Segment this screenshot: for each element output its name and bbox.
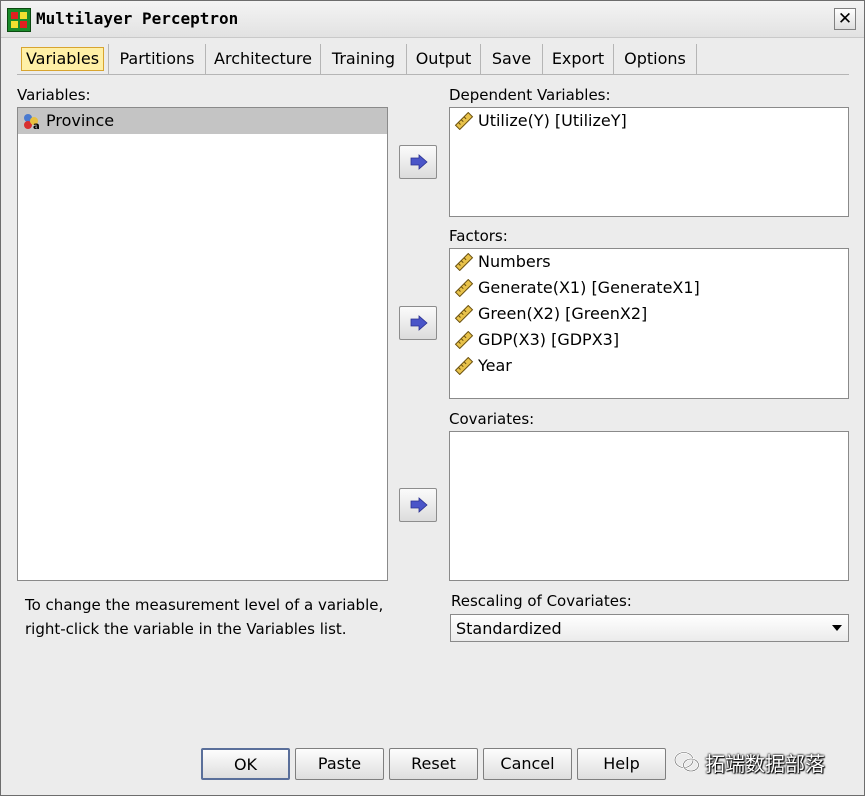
rescaling-value: Standardized [456,619,562,638]
chevron-down-icon [832,625,842,631]
scale-ruler-icon [454,305,474,323]
measurement-level-note: To change the measurement level of a var… [25,596,384,638]
scale-ruler-icon [454,112,474,130]
scale-ruler-icon [454,331,474,349]
paste-button[interactable]: Paste [295,748,384,780]
covariates-list[interactable] [449,431,849,581]
variable-name: Year [478,356,512,375]
reset-button[interactable]: Reset [389,748,478,780]
cancel-button[interactable]: Cancel [483,748,572,780]
variable-name: GDP(X3) [GDPX3] [478,330,620,349]
list-item[interactable]: Generate(X1) [GenerateX1] [450,275,848,301]
scale-ruler-icon [454,279,474,297]
tab-divider [17,74,849,75]
list-item[interactable]: Year [450,353,848,379]
right-arrow-icon [410,315,428,331]
right-arrow-icon [410,154,428,170]
spss-app-icon [7,8,31,32]
tab-training[interactable]: Training [321,44,407,74]
help-button[interactable]: Help [577,748,666,780]
watermark: 拓端数据部落 [669,745,849,779]
move-to-dependent-button[interactable] [399,145,437,179]
tab-variables[interactable]: Variables [17,44,109,74]
ok-button[interactable]: OK [201,748,290,780]
rescaling-select[interactable]: Standardized [450,614,849,642]
watermark-text: 拓端数据部落 [705,752,825,776]
variables-label: Variables: [17,86,91,104]
list-item[interactable]: Numbers [450,249,848,275]
list-item[interactable]: Green(X2) [GreenX2] [450,301,848,327]
tab-export[interactable]: Export [543,44,614,74]
move-to-factors-button[interactable] [399,306,437,340]
tab-output[interactable]: Output [407,44,481,74]
dependent-variables-list[interactable]: Utilize(Y) [UtilizeY] [449,107,849,217]
list-item[interactable]: Utilize(Y) [UtilizeY] [450,108,848,134]
scale-ruler-icon [454,357,474,375]
list-item[interactable]: a Province [18,108,387,134]
dependent-variables-label: Dependent Variables: [449,86,611,104]
factors-list[interactable]: Numbers Generate(X1) [GenerateX1] Green(… [449,248,849,399]
right-arrow-icon [410,497,428,513]
variable-name: Numbers [478,252,551,271]
nominal-string-variable-icon: a [24,114,40,130]
tab-architecture[interactable]: Architecture [206,44,321,74]
variables-list[interactable]: a Province [17,107,388,581]
rescaling-label: Rescaling of Covariates: [451,592,632,610]
list-item[interactable]: GDP(X3) [GDPX3] [450,327,848,353]
tab-save[interactable]: Save [481,44,543,74]
covariates-label: Covariates: [449,410,535,428]
close-button[interactable]: ✕ [834,8,856,30]
svg-text:a: a [33,121,40,130]
tab-partitions[interactable]: Partitions [109,44,206,74]
title-bar: Multilayer Perceptron ✕ [1,1,864,38]
window-title: Multilayer Perceptron [36,9,239,28]
scale-ruler-icon [454,253,474,271]
mlp-dialog: Multilayer Perceptron ✕ Variables Partit… [0,0,865,796]
variable-name: Generate(X1) [GenerateX1] [478,278,700,297]
wechat-icon [674,751,700,772]
variable-name: Green(X2) [GreenX2] [478,304,648,323]
factors-label: Factors: [449,227,508,245]
variable-name: Province [46,111,115,130]
tab-options[interactable]: Options [614,44,697,74]
variable-name: Utilize(Y) [UtilizeY] [478,111,627,130]
move-to-covariates-button[interactable] [399,488,437,522]
